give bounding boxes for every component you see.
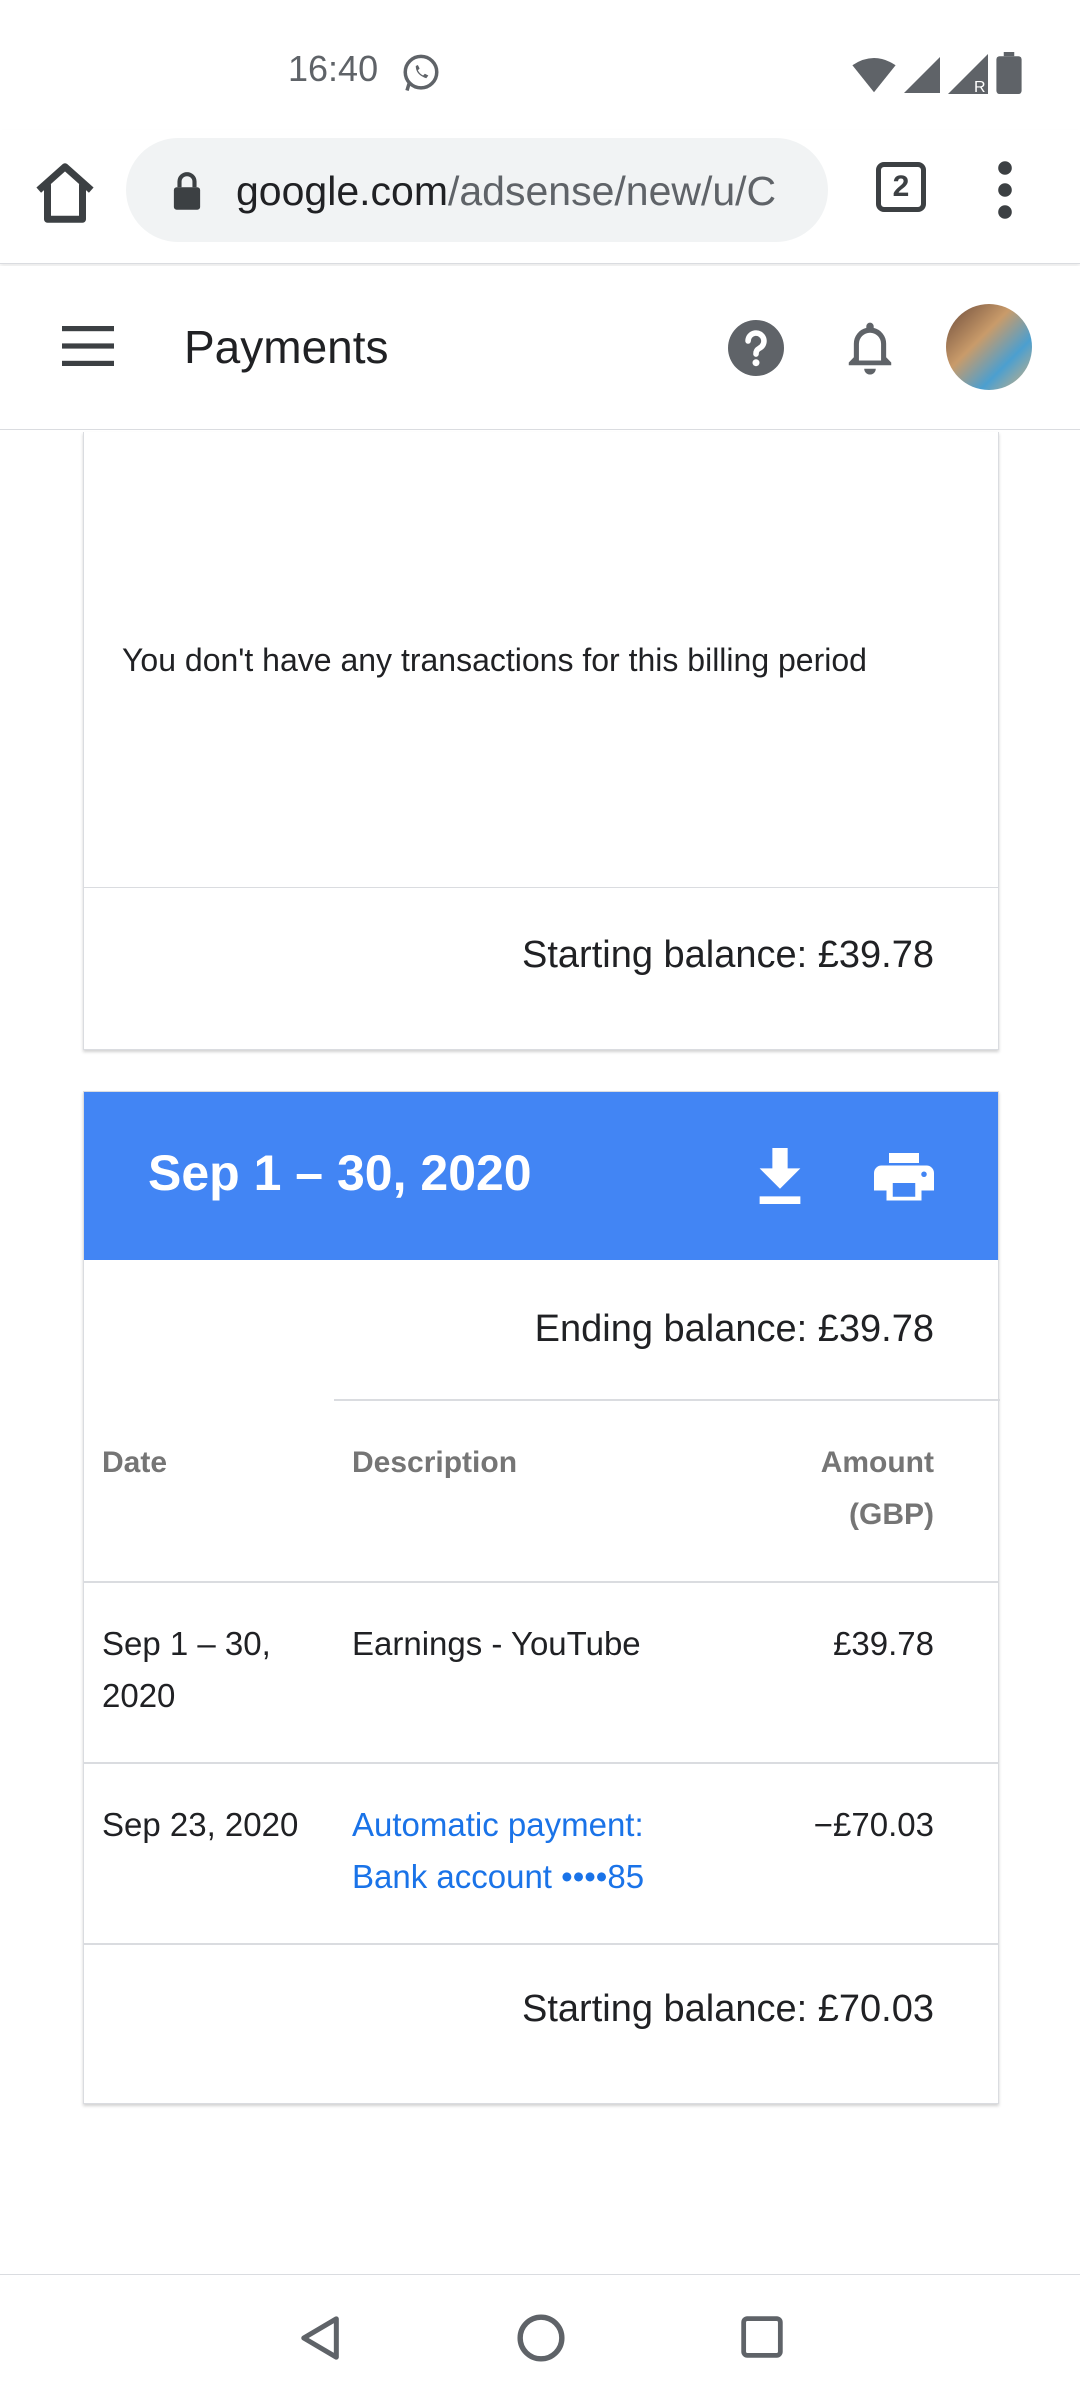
status-bar: 16:40 R [0, 0, 1080, 130]
automatic-payment-link[interactable]: Automatic payment: [352, 1799, 644, 1851]
no-transactions-message: You don't have any transactions for this… [122, 642, 867, 678]
starting-balance: Starting balance: £39.78 [522, 934, 934, 976]
bank-account-link[interactable]: Bank account ••••85 [352, 1851, 644, 1903]
url-host: google.com [236, 168, 448, 214]
home-icon[interactable] [30, 158, 100, 228]
account-avatar[interactable] [946, 304, 1032, 390]
print-icon[interactable] [874, 1152, 934, 1204]
divider [84, 1581, 998, 1583]
recent-apps-icon[interactable] [740, 2315, 784, 2359]
divider [84, 1943, 998, 1945]
period-header: Sep 1 – 30, 2020 [84, 1092, 998, 1260]
app-header: Payments [0, 266, 1080, 430]
system-icons: R [852, 50, 1022, 94]
url-path: /adsense/new/u/C [447, 168, 777, 214]
row-date: Sep 23, 2020 [102, 1806, 299, 1843]
browser-toolbar: google.com/adsense/new/u/C 2 [0, 130, 1080, 264]
column-header-description: Description [352, 1446, 518, 1479]
battery-icon [996, 52, 1022, 94]
billing-period-card: Sep 1 – 30, 2020 Ending balance: £39.78 … [83, 1091, 1000, 2104]
tab-switcher-button[interactable]: 2 [876, 162, 926, 212]
status-time: 16:40 [288, 48, 379, 89]
home-circle-icon[interactable] [516, 2313, 566, 2363]
row-date-year: 2020 [102, 1677, 176, 1714]
page-title: Payments [184, 321, 389, 373]
signal-icon [904, 57, 940, 93]
divider [84, 1762, 998, 1764]
address-bar[interactable]: google.com/adsense/new/u/C [126, 138, 828, 242]
divider [84, 887, 998, 888]
period-title: Sep 1 – 30, 2020 [148, 1145, 532, 1201]
previous-period-card: You don't have any transactions for this… [83, 432, 999, 1050]
menu-icon[interactable] [62, 326, 114, 366]
signal-roaming-icon: R [948, 54, 988, 94]
column-header-amount: Amount [820, 1446, 934, 1479]
row-description: Earnings - YouTube [352, 1625, 641, 1662]
whatsapp-icon [403, 54, 439, 92]
system-navigation-bar [0, 2274, 1080, 2400]
lock-icon [173, 172, 201, 210]
row-date: Sep 1 – 30, [102, 1625, 271, 1662]
column-header-amount-unit: (GBP) [849, 1498, 934, 1531]
help-icon[interactable] [728, 320, 784, 376]
row-amount: £39.78 [833, 1625, 934, 1662]
notifications-icon[interactable] [842, 318, 898, 378]
column-header-date: Date [102, 1446, 168, 1479]
back-icon[interactable] [298, 2315, 344, 2361]
svg-text:R: R [974, 79, 986, 94]
ending-balance: Ending balance: £39.78 [534, 1308, 934, 1350]
wifi-icon [852, 58, 896, 93]
url-text: google.com/adsense/new/u/C [236, 168, 776, 215]
download-icon[interactable] [754, 1148, 806, 1204]
row-amount: −£70.03 [813, 1806, 934, 1843]
more-options-icon[interactable] [990, 160, 1020, 220]
divider [334, 1399, 1000, 1401]
starting-balance: Starting balance: £70.03 [522, 1988, 934, 2030]
